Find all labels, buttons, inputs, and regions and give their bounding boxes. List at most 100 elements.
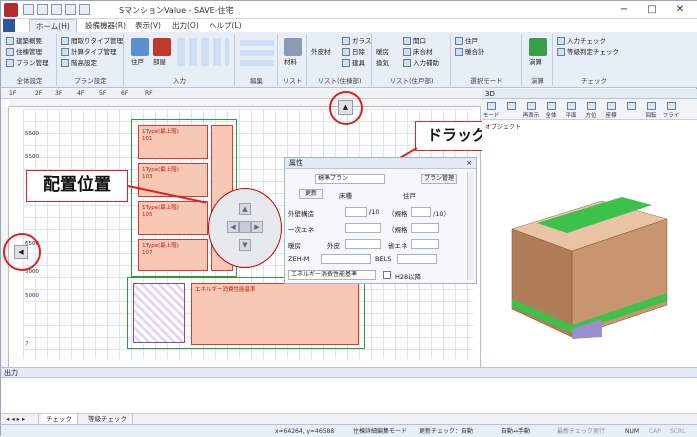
core-block[interactable] — [133, 283, 185, 343]
room-button[interactable]: 部屋 — [153, 58, 166, 67]
wall-field[interactable] — [345, 207, 367, 217]
plan-select[interactable]: 標準プラン — [315, 174, 385, 184]
close-button[interactable]: ✕ — [670, 3, 690, 17]
tab-view[interactable]: 表示(V) — [129, 19, 167, 32]
pad-left-icon[interactable]: ◀ — [227, 221, 239, 233]
pad-right-icon[interactable]: ▶ — [251, 221, 263, 233]
plan-manage-button[interactable]: プラン管理 — [421, 174, 457, 184]
room-block[interactable]: 1Type(最上階) 107 — [138, 239, 208, 271]
placement-pad[interactable]: ▲ ◀ ▶ ▼ — [208, 188, 282, 268]
input-check-button[interactable]: 入力チェック — [557, 37, 606, 46]
energy-field[interactable] — [345, 223, 381, 233]
outer-field[interactable] — [345, 239, 381, 249]
building-management-button[interactable]: 住棟管理 — [6, 48, 42, 57]
direction-tool[interactable]: 方位 — [582, 102, 600, 119]
tab-equipment[interactable]: 設備機器(R) — [79, 19, 132, 32]
properties-panel[interactable]: 属性 × 標準プラン プラン管理 更新 床種 住戸 外壁構造 /10 （規格 /… — [284, 157, 477, 284]
energy-paren: （規格 — [388, 226, 408, 234]
dwelling-button[interactable]: 住戸 — [131, 58, 144, 67]
floor-height-button[interactable]: 階高設定 — [61, 59, 97, 68]
opening-button[interactable]: 開口 — [403, 37, 426, 46]
auto-manual-toggle[interactable]: 自動↔手動 — [501, 426, 530, 437]
select-total-button[interactable]: 暖合計 — [455, 48, 485, 57]
floor-tab-1f[interactable]: 1F — [5, 89, 20, 99]
grade-check-button[interactable]: 等級判定チェック — [557, 48, 619, 57]
h28-checkbox[interactable] — [383, 271, 391, 279]
heating-button[interactable]: 暖房 — [376, 48, 389, 57]
input-tools[interactable] — [177, 38, 229, 66]
ribbon-group-input: 住戸 部屋 入力 — [125, 34, 235, 86]
pad-down-icon[interactable]: ▼ — [239, 239, 251, 251]
open-icon[interactable] — [37, 4, 48, 15]
floor-tab-rf[interactable]: RF — [141, 89, 157, 99]
pad-center-icon[interactable] — [239, 221, 251, 233]
calculate-button[interactable]: 演算 — [529, 58, 542, 67]
bels-label: BELS — [375, 255, 392, 263]
view-tool[interactable] — [502, 102, 520, 111]
bels-field[interactable] — [397, 254, 437, 264]
pad-up-icon[interactable]: ▲ — [239, 203, 251, 215]
floor-label: 床種 — [339, 192, 352, 200]
update-button[interactable]: 更新 — [299, 189, 323, 199]
room-icon[interactable] — [153, 38, 171, 56]
mode-tool[interactable]: モード — [482, 102, 500, 119]
room-block[interactable]: 1Type(最上階) 105 — [138, 201, 208, 235]
file-menu-icon[interactable] — [3, 19, 15, 32]
latest-check-button[interactable]: 最新チェック実行 — [557, 426, 605, 437]
floor-tab-3f[interactable]: 3F — [51, 89, 66, 99]
close-icon[interactable]: × — [466, 159, 472, 167]
undo-icon[interactable] — [65, 4, 76, 15]
tab-output[interactable]: 出力(O) — [166, 19, 205, 32]
dwelling-icon[interactable] — [131, 38, 149, 56]
building-summary-button[interactable]: 建築概要 — [6, 37, 42, 46]
new-icon[interactable] — [23, 4, 34, 15]
3d-building-model[interactable] — [492, 189, 672, 339]
fly-tool[interactable]: フライ — [662, 102, 680, 119]
calc-type-button[interactable]: 計算タイプ管理 — [61, 48, 117, 57]
ventilation-button[interactable]: 換気 — [376, 59, 389, 68]
3d-pane-title: 3D — [482, 89, 697, 99]
glass-button[interactable]: ガラス — [342, 37, 371, 46]
floor-tab-4f[interactable]: 4F — [73, 89, 88, 99]
fitting-button[interactable]: 建具 — [342, 59, 365, 68]
input-assist-button[interactable]: 入力補助 — [403, 59, 439, 68]
properties-scrollbar[interactable] — [467, 172, 473, 280]
room-block[interactable]: エネルギー消費性能基準 — [191, 283, 359, 345]
maximize-button[interactable]: □ — [642, 3, 662, 17]
plane-tool[interactable]: 平面 — [562, 102, 580, 119]
insulation-field[interactable] — [411, 207, 431, 217]
material-icon[interactable] — [284, 38, 302, 56]
floor-tab-6f[interactable]: 6F — [117, 89, 132, 99]
coordinate-tool[interactable]: 座標 — [602, 102, 620, 119]
energy-std-field[interactable] — [411, 223, 439, 233]
redo-icon[interactable] — [79, 4, 90, 15]
shade-button[interactable]: 日除 — [342, 48, 365, 57]
tab-home[interactable]: ホーム(H) — [29, 19, 77, 32]
edit-tools[interactable] — [240, 38, 274, 66]
minimize-button[interactable]: − — [614, 3, 634, 17]
zeh-field[interactable] — [321, 254, 371, 264]
plan-management-button[interactable]: プラン管理 — [6, 59, 49, 68]
dock-top-icon[interactable]: ▲ — [338, 100, 353, 115]
room-block[interactable]: 1Type(最上階) 103 — [138, 163, 208, 197]
tab-help[interactable]: ヘルプ(L) — [203, 19, 248, 32]
save-icon[interactable] — [51, 4, 62, 15]
all-tool[interactable]: 全体 — [542, 102, 560, 119]
redraw-tool[interactable]: 再表示 — [522, 102, 540, 119]
calculate-icon[interactable] — [529, 38, 547, 56]
option-tool[interactable] — [622, 102, 640, 111]
floor-tab-5f[interactable]: 5F — [95, 89, 110, 99]
save-energy-field[interactable] — [411, 239, 439, 249]
rotate-tool[interactable]: 回転 — [642, 102, 660, 119]
floor-tab-2f[interactable]: 2F — [31, 89, 46, 99]
material-button[interactable]: 材料 — [284, 58, 297, 67]
dwelling-label: 住戸 — [403, 192, 416, 200]
layout-type-button[interactable]: 間取りタイプ管理 — [61, 37, 123, 46]
floor-material-button[interactable]: 床合材 — [403, 48, 433, 57]
envelope-button[interactable]: 外皮材 — [311, 48, 331, 57]
select-dwelling-button[interactable]: 住戸 — [455, 37, 478, 46]
standard-select[interactable]: エネルギー消費性能基準 — [288, 270, 376, 280]
room-block[interactable]: 1Type(最上階) 101 — [138, 125, 208, 159]
dock-left-icon[interactable]: ◀ — [14, 245, 28, 259]
save-energy-label: 省エネ — [388, 242, 408, 250]
